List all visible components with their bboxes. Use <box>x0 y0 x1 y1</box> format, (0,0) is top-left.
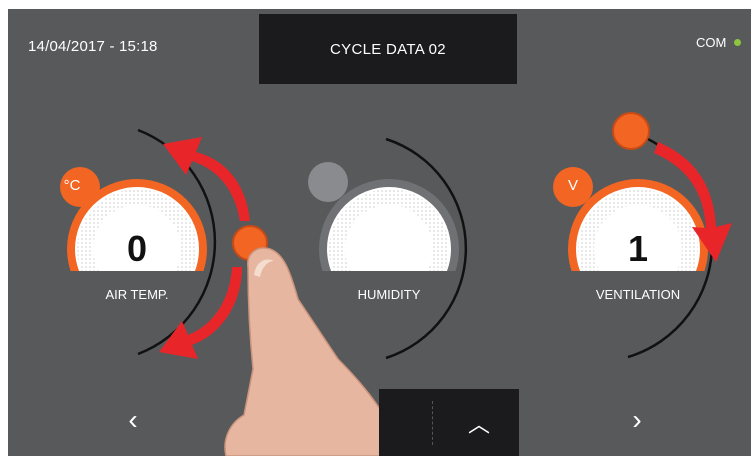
center-control-panel <box>379 389 519 456</box>
air-temp-unit: °C <box>63 177 81 194</box>
air-temp-label: AIR TEMP. <box>105 287 169 302</box>
chevron-up-icon: ︿ <box>467 412 490 437</box>
ventilation-knob[interactable] <box>612 112 650 150</box>
ventilation-value: 1 <box>627 228 649 269</box>
chevron-left-icon: ‹ <box>128 404 138 435</box>
prev-page-button[interactable]: ‹ <box>118 404 148 436</box>
humidity-knob[interactable] <box>308 162 348 202</box>
humidity-label: HUMIDITY <box>357 287 421 302</box>
chevron-right-icon: › <box>632 404 642 435</box>
ventilation-unit: V <box>567 177 578 194</box>
humidity-dial[interactable] <box>308 137 468 360</box>
touch-screen: 14/04/2017 - 15:18 CYCLE DATA 02 COM °C … <box>8 9 751 456</box>
air-temp-value: 0 <box>126 228 148 269</box>
ventilation-label: VENTILATION <box>595 287 681 302</box>
next-page-button[interactable]: › <box>622 404 652 436</box>
panel-divider <box>432 401 434 445</box>
up-button[interactable]: ︿ <box>462 407 496 439</box>
